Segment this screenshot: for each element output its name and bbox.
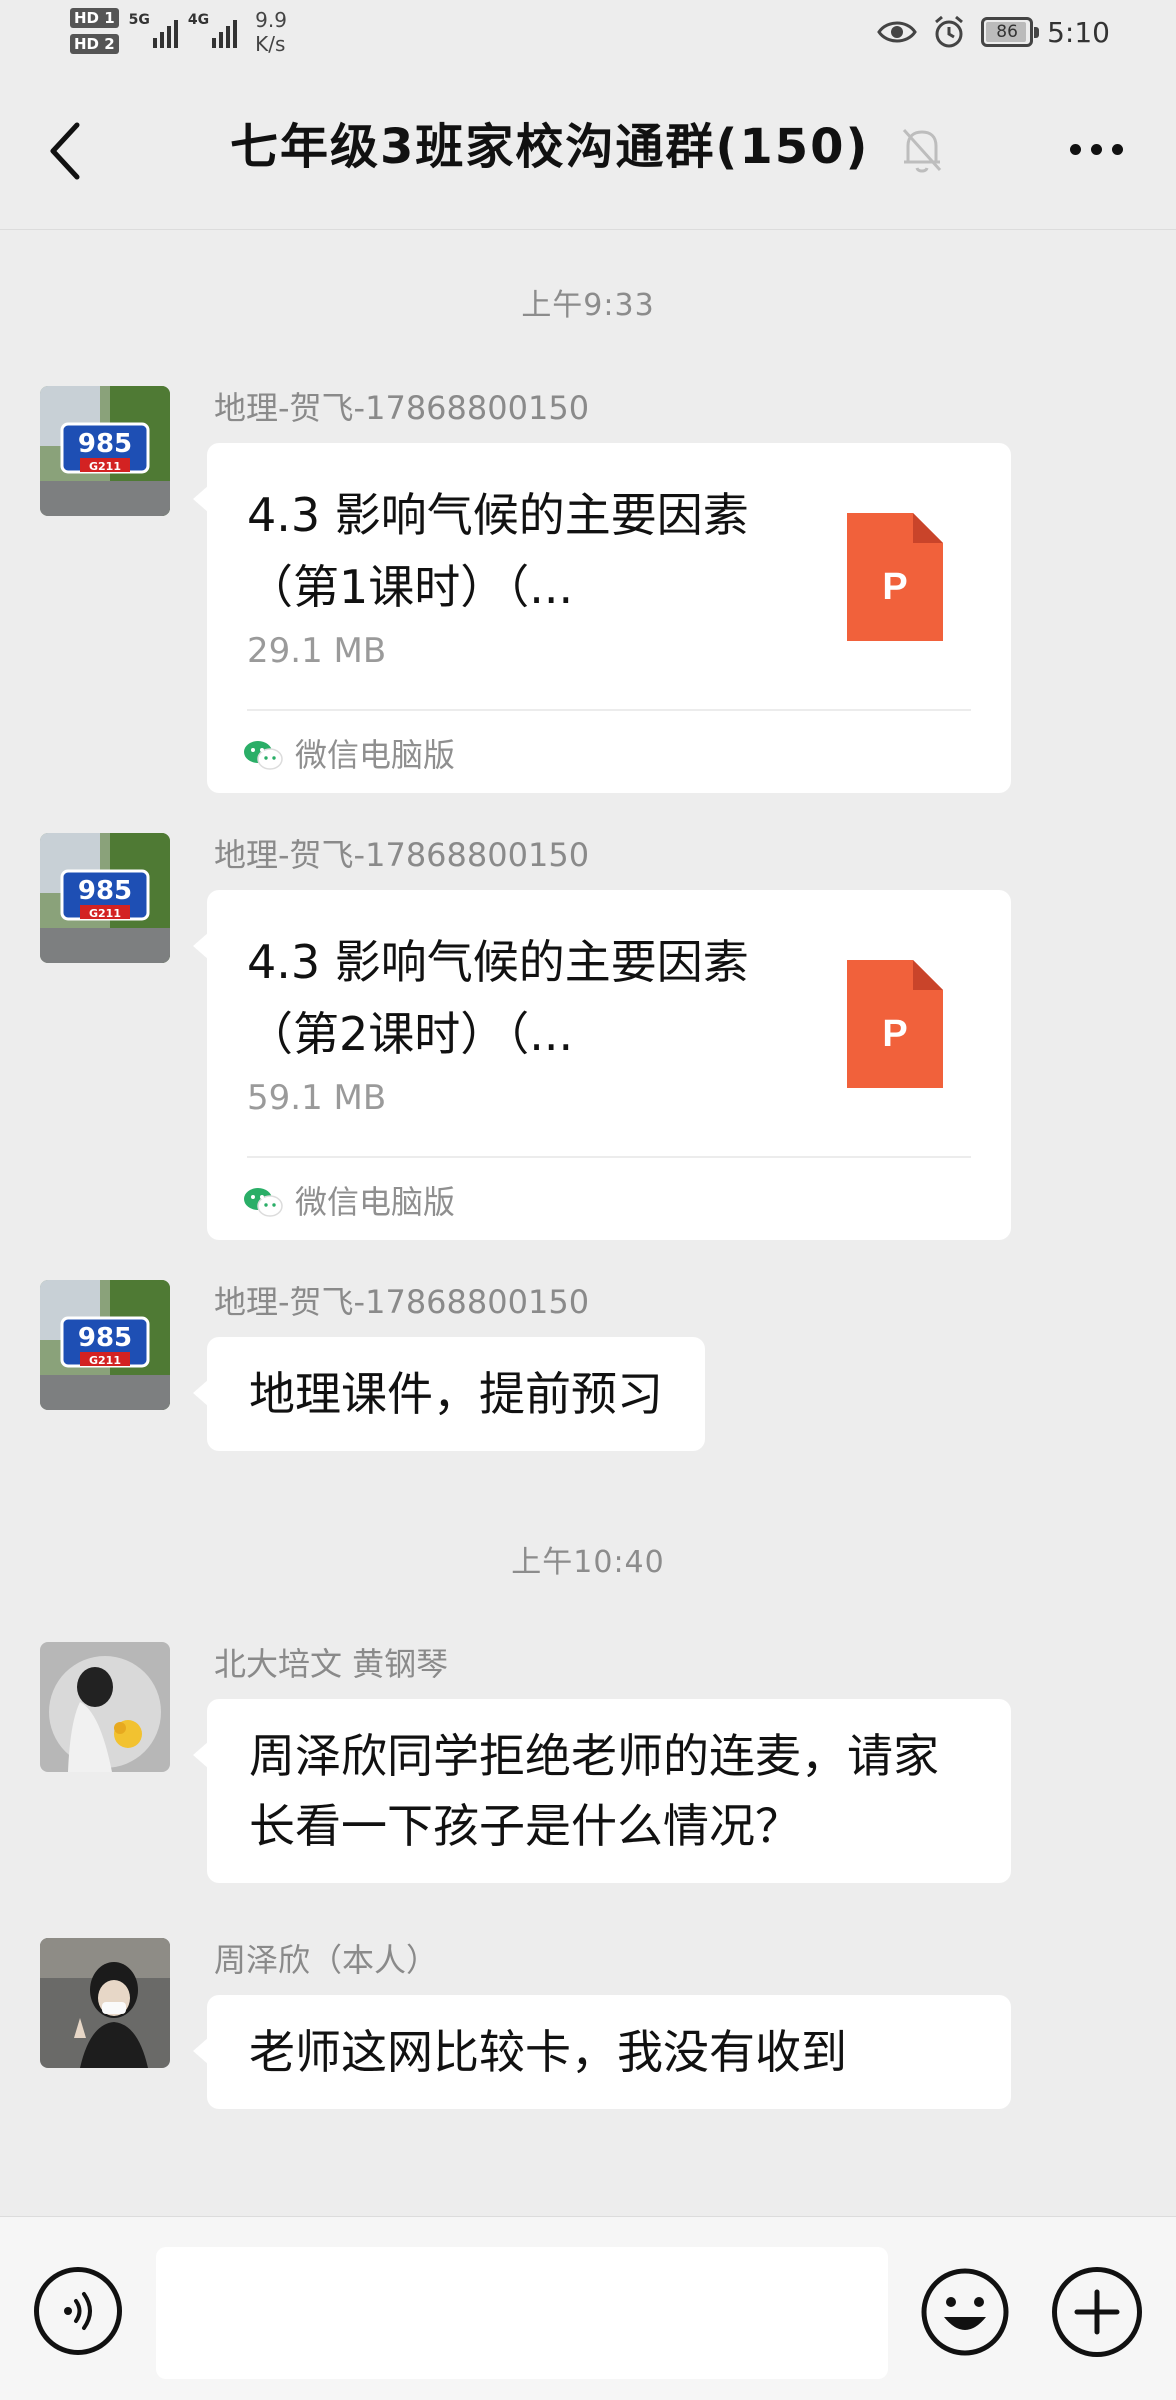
hd1-badge: HD 1 xyxy=(70,8,119,28)
more-functions-button[interactable] xyxy=(1052,2267,1142,2357)
svg-text:P: P xyxy=(882,566,907,608)
svg-text:985: 985 xyxy=(78,1323,132,1353)
avatar[interactable]: 985 G211 xyxy=(40,1280,170,1410)
svg-text:G211: G211 xyxy=(89,460,121,473)
signal-4g-icon: 4G xyxy=(188,12,238,48)
avatar[interactable]: 985 G211 xyxy=(40,386,170,516)
sender-name: 地理-贺飞-17868800150 xyxy=(214,389,590,427)
svg-text:P: P xyxy=(882,1013,907,1055)
back-button[interactable] xyxy=(30,106,100,196)
ppt-file-icon: P xyxy=(847,960,943,1088)
file-source: 微信电脑版 xyxy=(243,727,455,783)
svg-text:G211: G211 xyxy=(89,1354,121,1367)
voice-input-button[interactable] xyxy=(34,2267,122,2355)
timestamp: 上午9:33 xyxy=(521,288,655,323)
input-bar xyxy=(0,2216,1176,2400)
file-source: 微信电脑版 xyxy=(243,1174,455,1230)
alarm-icon xyxy=(935,15,964,48)
more-options-button[interactable] xyxy=(1056,124,1136,174)
text-message-bubble[interactable]: 老师这网比较卡，我没有收到 xyxy=(193,1995,1011,2109)
avatar[interactable] xyxy=(40,1642,170,1772)
chat-message-list[interactable]: 上午9:33 985 G211 地理-贺飞-17868800150 4.3 影响… xyxy=(0,230,1176,2215)
chat-title: 七年级3班家校沟通群(150) xyxy=(230,119,870,175)
divider xyxy=(247,1156,971,1158)
text-message-bubble[interactable]: 周泽欣同学拒绝老师的连麦，请家长看一下孩子是什么情况？ xyxy=(193,1699,1011,1883)
file-name: 4.3 影响气候的主要因素（第1课时）（... xyxy=(247,488,749,614)
message-input[interactable] xyxy=(156,2247,888,2379)
svg-text:G211: G211 xyxy=(89,907,121,920)
dot-icon xyxy=(1090,143,1102,155)
mute-bell-icon xyxy=(898,124,946,180)
ppt-file-icon: P xyxy=(847,513,943,641)
divider xyxy=(247,709,971,711)
network-speed: 9.9 K/s xyxy=(255,8,287,56)
avatar[interactable] xyxy=(40,1938,170,2068)
nav-bar: 七年级3班家校沟通群(150) xyxy=(0,72,1176,230)
sender-name: 周泽欣（本人） xyxy=(214,1941,439,1979)
dot-icon xyxy=(1069,143,1081,155)
eye-icon xyxy=(877,21,917,43)
svg-text:985: 985 xyxy=(78,876,132,906)
status-time: 5:10 xyxy=(1047,15,1110,49)
text-message-bubble[interactable]: 地理课件，提前预习 xyxy=(193,1337,705,1451)
timestamp: 上午10:40 xyxy=(511,1545,665,1580)
file-message-bubble[interactable]: 4.3 影响气候的主要因素（第2课时）（... 59.1 MB P 微信电脑版 xyxy=(193,890,1011,1240)
sender-name: 地理-贺飞-17868800150 xyxy=(214,1283,590,1321)
file-name: 4.3 影响气候的主要因素（第2课时）（... xyxy=(247,935,749,1061)
avatar[interactable]: 985 G211 xyxy=(40,833,170,963)
wechat-icon xyxy=(244,1188,283,1217)
hd2-badge: HD 2 xyxy=(70,34,119,54)
file-size: 29.1 MB xyxy=(247,631,387,671)
svg-text:985: 985 xyxy=(78,429,132,459)
plus-icon xyxy=(1074,2289,1120,2335)
status-right: 86 5:10 xyxy=(877,14,1110,50)
status-bar: HD 1 HD 2 5G 4G 9.9 K/s 86 5:10 xyxy=(0,0,1176,72)
status-left: HD 1 HD 2 5G 4G 9.9 K/s xyxy=(70,8,287,56)
file-size: 59.1 MB xyxy=(247,1078,387,1118)
file-message-bubble[interactable]: 4.3 影响气候的主要因素（第1课时）（... 29.1 MB P 微信电脑版 xyxy=(193,443,1011,793)
dot-icon xyxy=(1111,143,1123,155)
signal-5g-icon: 5G xyxy=(129,12,178,48)
battery-icon: 86 xyxy=(981,17,1040,47)
sender-name: 地理-贺飞-17868800150 xyxy=(214,836,590,874)
chevron-left-icon xyxy=(50,122,80,180)
voice-icon xyxy=(64,2292,92,2330)
smiley-icon xyxy=(921,2268,1009,2356)
emoji-button[interactable] xyxy=(920,2267,1010,2357)
wechat-icon xyxy=(244,741,283,770)
sender-name: 北大培文 黄钢琴 xyxy=(214,1645,449,1683)
